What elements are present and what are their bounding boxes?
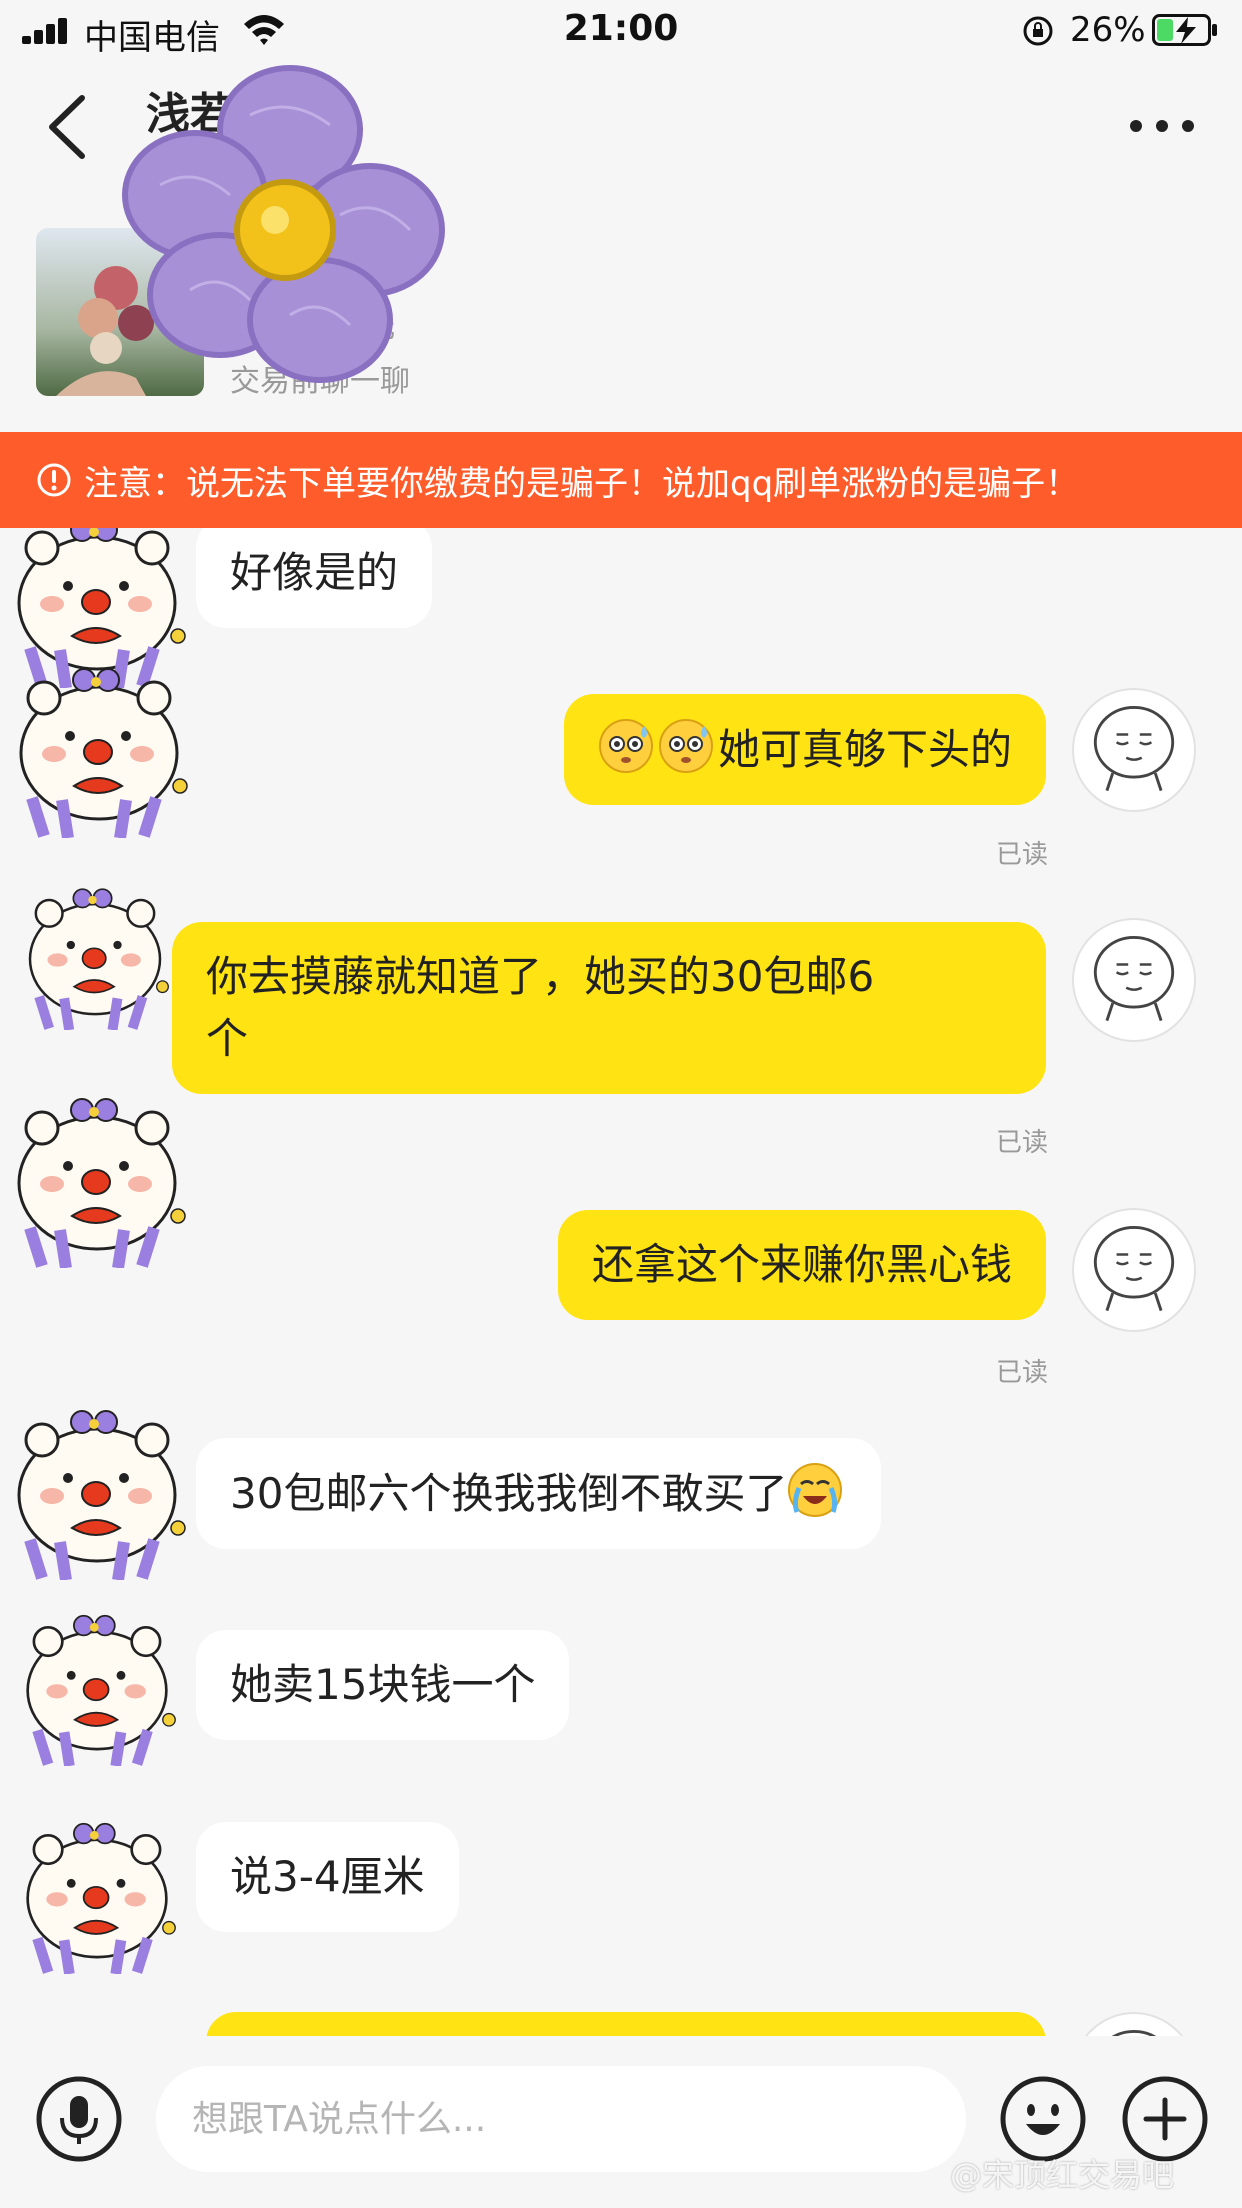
flushed-emoji-icon xyxy=(658,719,713,773)
other-user-avatar[interactable] xyxy=(2,1400,192,1580)
battery-percent: 26% xyxy=(1070,10,1146,50)
other-user-avatar[interactable] xyxy=(0,880,190,1030)
back-arrow-icon[interactable] xyxy=(44,92,90,162)
crying-emoji-icon xyxy=(788,1463,843,1517)
other-user-avatar[interactable] xyxy=(2,1606,192,1766)
read-receipt: 已读 xyxy=(996,840,1049,870)
my-avatar[interactable] xyxy=(1072,688,1196,812)
scam-warning-banner: 注意：说无法下单要你缴费的是骗子！说加qq刷单涨粉的是骗子！ xyxy=(0,432,1242,528)
message-bubble-sent[interactable]: 你去摸藤就知道了，她买的30包邮6 个 xyxy=(172,922,1046,1094)
message-bubble-sent[interactable]: 还拿这个来赚你黑心钱 xyxy=(557,1210,1046,1320)
my-avatar[interactable] xyxy=(1072,918,1196,1042)
more-options-icon[interactable] xyxy=(1130,116,1196,136)
watermark: @宋顶红交易吧 xyxy=(950,2156,1175,2194)
other-user-avatar[interactable] xyxy=(2,1088,192,1268)
message-bubble-received[interactable]: 她卖15块钱一个 xyxy=(196,1630,570,1740)
message-list[interactable]: 好像是的 她可真够下头的 已读 你去摸藤就知道了，她买的30包邮6 个 已读 还… xyxy=(0,528,1242,2036)
status-bar: 中国电信 21:00 26% xyxy=(0,0,1242,62)
other-user-avatar[interactable] xyxy=(4,658,194,838)
clock: 21:00 xyxy=(563,8,679,49)
read-receipt: 已读 xyxy=(996,1358,1049,1388)
message-text-line: 你去摸藤就知道了，她买的30包邮6 xyxy=(206,952,875,1001)
message-bubble-sent-partial[interactable] xyxy=(206,2012,1046,2036)
message-text: 30包邮六个换我我倒不敢买了 xyxy=(230,1469,788,1518)
message-bubble-received[interactable]: 好像是的 xyxy=(196,528,433,628)
my-avatar[interactable] xyxy=(1072,1208,1196,1332)
warning-text: 注意：说无法下单要你缴费的是骗子！说加qq刷单涨粉的是骗子！ xyxy=(84,464,1080,504)
read-receipt: 已读 xyxy=(996,1128,1049,1158)
battery-charging-icon xyxy=(1152,14,1217,46)
flower-sticker-overlay xyxy=(122,65,445,383)
microphone-icon[interactable] xyxy=(36,2076,122,2162)
other-user-avatar[interactable] xyxy=(2,1814,192,1974)
my-avatar[interactable] xyxy=(1072,2012,1196,2036)
message-input[interactable] xyxy=(156,2066,966,2172)
message-bubble-received[interactable]: 说3-4厘米 xyxy=(196,1822,459,1932)
message-bubble-sent[interactable]: 她可真够下头的 xyxy=(563,694,1046,805)
message-text-line: 个 xyxy=(206,1014,249,1063)
message-text: 她卖15块钱一个 xyxy=(230,1660,536,1709)
rotation-lock-icon xyxy=(1023,16,1053,46)
warning-icon xyxy=(37,463,71,497)
message-text: 说3-4厘米 xyxy=(230,1852,425,1901)
message-text: 好像是的 xyxy=(230,548,399,597)
message-bubble-received[interactable]: 30包邮六个换我我倒不敢买了 xyxy=(196,1438,882,1549)
message-text: 还拿这个来赚你黑心钱 xyxy=(591,1240,1012,1289)
flushed-emoji-icon xyxy=(598,719,653,773)
message-text: 她可真够下头的 xyxy=(717,725,1012,774)
